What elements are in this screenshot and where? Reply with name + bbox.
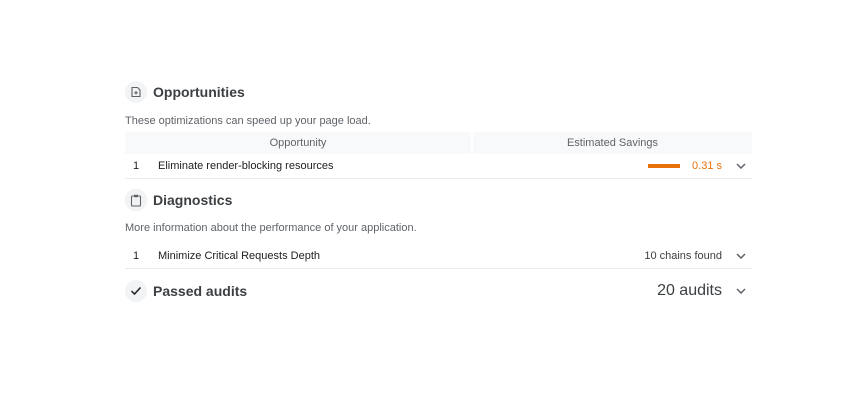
checkmark-icon xyxy=(125,280,147,302)
opportunities-header: Opportunities xyxy=(125,81,752,103)
opportunities-table-header: Opportunity Estimated Savings xyxy=(125,132,752,154)
chevron-down-icon[interactable] xyxy=(722,163,752,169)
savings-bar xyxy=(648,164,680,168)
clipboard-icon xyxy=(125,189,147,211)
diagnostics-header: Diagnostics xyxy=(125,189,752,211)
audit-title: Eliminate render-blocking resources xyxy=(158,160,334,172)
savings-value: 0.31 s xyxy=(692,160,722,172)
diagnostics-section: Diagnostics More information about the p… xyxy=(125,189,752,269)
opportunities-section: Opportunities These optimizations can sp… xyxy=(125,81,752,179)
performance-report: Opportunities These optimizations can sp… xyxy=(125,81,752,303)
passed-audits-section[interactable]: Passed audits 20 audits xyxy=(125,279,752,303)
audit-title: Minimize Critical Requests Depth xyxy=(158,250,320,262)
opportunities-title: Opportunities xyxy=(153,84,245,100)
passed-audits-title: Passed audits xyxy=(153,283,248,299)
diagnostics-title: Diagnostics xyxy=(153,192,233,208)
opportunity-icon xyxy=(125,81,147,103)
opportunities-description: These optimizations can speed up your pa… xyxy=(125,115,371,127)
column-header-estimated-savings: Estimated Savings xyxy=(566,137,659,149)
chevron-down-icon[interactable] xyxy=(722,253,752,259)
row-index: 1 xyxy=(133,160,140,172)
diagnostic-row-critical-requests[interactable]: 1 Minimize Critical Requests Depth 10 ch… xyxy=(125,244,752,269)
row-index: 1 xyxy=(133,250,140,262)
audit-display-value: 10 chains found xyxy=(644,250,722,262)
opportunity-row-render-blocking[interactable]: 1 Eliminate render-blocking resources 0.… xyxy=(125,154,752,179)
column-header-opportunity: Opportunity xyxy=(125,132,473,154)
chevron-down-icon[interactable] xyxy=(722,288,752,294)
diagnostics-description: More information about the performance o… xyxy=(125,222,417,234)
passed-audits-count: 20 audits xyxy=(657,282,722,299)
